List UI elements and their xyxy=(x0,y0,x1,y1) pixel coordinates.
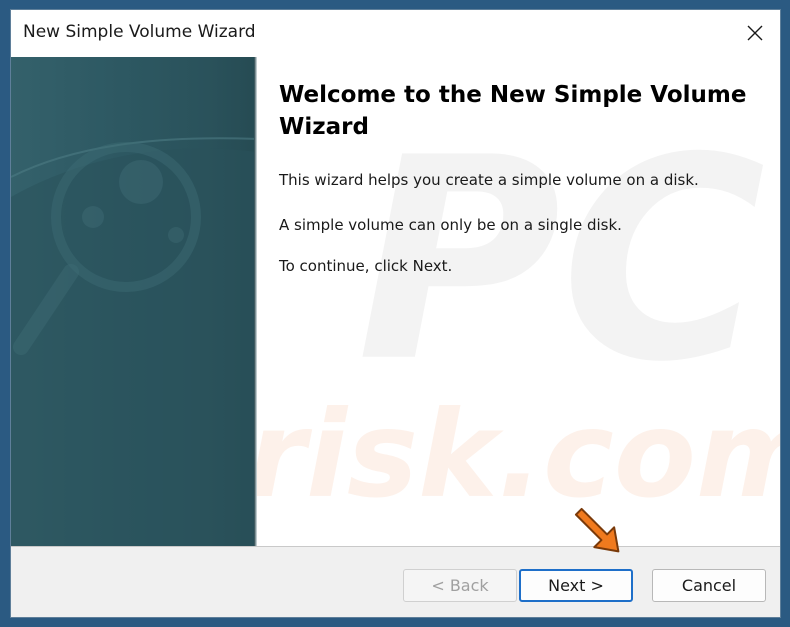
banner-artwork xyxy=(11,137,257,546)
back-button[interactable]: < Back xyxy=(403,569,517,602)
next-button[interactable]: Next > xyxy=(519,569,633,602)
wizard-heading: Welcome to the New Simple Volume Wizard xyxy=(279,82,747,140)
wizard-window: New Simple Volume Wizard PC risk.com Wel… xyxy=(10,9,781,618)
wizard-side-banner xyxy=(11,57,257,546)
watermark-risk: risk.com xyxy=(257,386,780,525)
close-button[interactable] xyxy=(730,10,780,56)
volume-info-text: A simple volume can only be on a single … xyxy=(279,216,622,234)
wizard-content: PC risk.com Welcome to the New Simple Vo… xyxy=(257,57,780,546)
title-bar[interactable]: New Simple Volume Wizard xyxy=(11,10,780,56)
close-icon xyxy=(747,25,763,41)
continue-instruction-text: To continue, click Next. xyxy=(279,257,453,275)
intro-text: This wizard helps you create a simple vo… xyxy=(279,171,699,189)
wizard-footer: < Back Next > Cancel xyxy=(11,546,780,617)
window-title: New Simple Volume Wizard xyxy=(23,22,256,42)
cancel-button[interactable]: Cancel xyxy=(652,569,766,602)
